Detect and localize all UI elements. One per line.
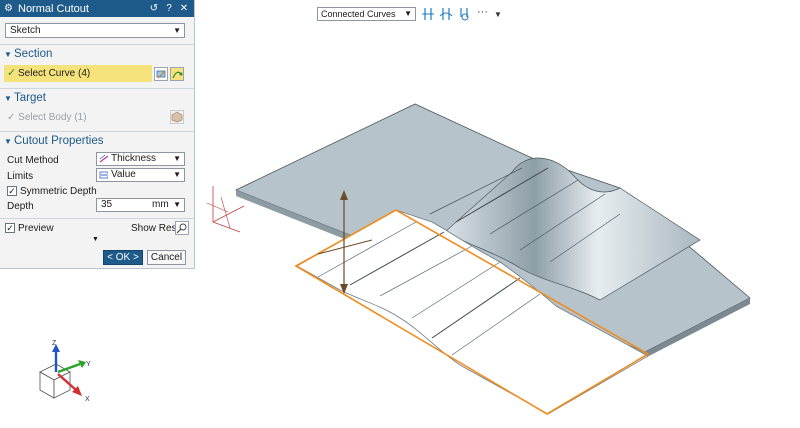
chevron-down-icon: ▼ bbox=[173, 200, 181, 209]
collapse-triangle-icon: ▼ bbox=[4, 49, 12, 59]
view-triad[interactable] bbox=[39, 344, 86, 399]
ok-button[interactable]: < OK > bbox=[103, 250, 143, 265]
depth-label: Depth bbox=[7, 201, 34, 212]
reset-icon[interactable]: ↺ bbox=[148, 3, 160, 14]
chevron-down-icon: ▼ bbox=[173, 170, 181, 179]
collapse-triangle-icon: ▼ bbox=[4, 93, 12, 103]
stop-at-intersection-icon[interactable] bbox=[421, 7, 435, 21]
cutout-properties-group-header[interactable]: ▼ Cutout Properties bbox=[0, 133, 194, 149]
help-icon[interactable]: ? bbox=[163, 3, 175, 14]
select-body-label: Select Body (1) bbox=[18, 112, 87, 123]
triad-z-label: Z bbox=[52, 340, 57, 347]
value-icon bbox=[99, 171, 108, 179]
preview-label: Preview bbox=[18, 223, 54, 234]
expand-more-icon[interactable]: ▼ bbox=[92, 236, 99, 243]
depth-value: 35 bbox=[101, 199, 113, 210]
symmetric-depth-label: Symmetric Depth bbox=[20, 186, 97, 197]
triad-x-label: X bbox=[85, 396, 90, 403]
divider bbox=[0, 218, 194, 219]
target-group-header[interactable]: ▼ Target bbox=[0, 90, 194, 106]
limits-dropdown[interactable]: Value ▼ bbox=[96, 168, 185, 182]
cutout-properties-group-title: Cutout Properties bbox=[14, 135, 104, 147]
select-body-row[interactable]: ✓ Select Body (1) bbox=[7, 112, 87, 123]
selection-filter-dropdown[interactable]: Connected Curves ▼ bbox=[317, 7, 416, 21]
cut-method-value: Thickness bbox=[111, 153, 157, 164]
limits-value: Value bbox=[111, 169, 136, 180]
divider bbox=[0, 44, 194, 45]
chevron-down-icon: ▼ bbox=[404, 9, 412, 18]
section-group-header[interactable]: ▼ Section bbox=[0, 46, 194, 62]
type-dropdown-value: Sketch bbox=[10, 25, 41, 36]
thickness-icon bbox=[99, 154, 108, 163]
close-icon[interactable]: ✕ bbox=[178, 3, 190, 14]
divider bbox=[0, 88, 194, 89]
depth-field[interactable]: 35 mm ▼ bbox=[96, 198, 185, 212]
selection-filter-value: Connected Curves bbox=[321, 9, 396, 19]
divider bbox=[0, 131, 194, 132]
dialog-titlebar[interactable]: ⚙ Normal Cutout ↺ ? ✕ bbox=[0, 0, 194, 17]
check-icon: ✓ bbox=[7, 112, 16, 123]
chain-within-feature-icon[interactable] bbox=[457, 7, 471, 21]
depth-unit: mm bbox=[152, 199, 169, 210]
collapse-triangle-icon: ▼ bbox=[4, 136, 12, 146]
cancel-button[interactable]: Cancel bbox=[147, 250, 186, 265]
more-options-button[interactable]: ··· bbox=[477, 6, 488, 18]
limits-label: Limits bbox=[7, 171, 34, 182]
normal-cutout-dialog: ⚙ Normal Cutout ↺ ? ✕ Sketch ▼ ▼ Section… bbox=[0, 0, 195, 269]
chevron-down-icon: ▼ bbox=[173, 26, 181, 35]
gear-icon: ⚙ bbox=[4, 2, 13, 14]
select-curve-row[interactable]: ✓ Select Curve (4) bbox=[4, 65, 152, 82]
type-dropdown[interactable]: Sketch ▼ bbox=[5, 23, 185, 38]
select-curve-label: Select Curve (4) bbox=[18, 68, 91, 79]
cut-method-dropdown[interactable]: Thickness ▼ bbox=[96, 152, 185, 166]
cut-method-label: Cut Method bbox=[7, 155, 59, 166]
toolbar-chevron-down-icon[interactable]: ▼ bbox=[494, 10, 502, 19]
curve-selection-button[interactable] bbox=[170, 67, 184, 81]
target-group-title: Target bbox=[14, 92, 46, 104]
follow-fillet-icon[interactable] bbox=[439, 7, 453, 21]
dialog-title: Normal Cutout bbox=[18, 2, 89, 15]
magnifier-icon bbox=[176, 223, 187, 234]
triad-y-label: Y bbox=[86, 361, 91, 368]
symmetric-depth-checkbox[interactable]: ✓ bbox=[7, 186, 17, 196]
preview-checkbox[interactable]: ✓ bbox=[5, 223, 15, 233]
solid-body-button[interactable] bbox=[170, 110, 184, 124]
show-result-button[interactable] bbox=[175, 221, 189, 235]
chevron-down-icon: ▼ bbox=[173, 154, 181, 163]
sketch-section-button[interactable] bbox=[154, 67, 168, 81]
section-group-title: Section bbox=[14, 48, 53, 60]
check-icon: ✓ bbox=[7, 67, 17, 79]
